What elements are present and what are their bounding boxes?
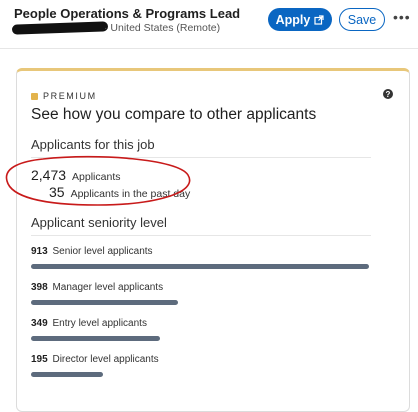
- seniority-label: Manager level applicants: [52, 282, 164, 293]
- premium-insights-card: PREMIUM ? See how you compare to other a…: [5, 68, 410, 412]
- header-divider: [0, 48, 418, 49]
- premium-label: PREMIUM: [43, 91, 97, 101]
- seniority-label: Senior level applicants: [52, 246, 153, 257]
- job-location: · United States (Remote): [104, 22, 221, 34]
- seniority-bar-senior: [31, 264, 369, 269]
- more-options-icon[interactable]: •••: [393, 9, 411, 25]
- seniority-label: Director level applicants: [52, 354, 159, 365]
- card-heading: See how you compare to other applicants: [31, 106, 317, 123]
- seniority-count: 398: [31, 282, 48, 293]
- seniority-row-manager: 398 Manager level applicants: [31, 282, 163, 293]
- seniority-section-title: Applicant seniority level: [31, 215, 167, 230]
- seniority-bar-entry: [31, 336, 160, 341]
- seniority-row-director: 195 Director level applicants: [31, 354, 159, 365]
- redacted-company: [11, 21, 109, 35]
- external-link-icon: [314, 14, 324, 25]
- applicants-section-title: Applicants for this job: [31, 137, 155, 152]
- job-header: People Operations & Programs Lead · Unit…: [0, 0, 418, 50]
- section-divider: [31, 235, 371, 236]
- apply-button[interactable]: Apply: [268, 8, 332, 31]
- premium-icon: [31, 92, 38, 100]
- seniority-row-senior: 913 Senior level applicants: [31, 246, 153, 257]
- apply-button-label: Apply: [275, 12, 311, 27]
- seniority-bar-director: [31, 372, 103, 377]
- seniority-label: Entry level applicants: [52, 318, 147, 329]
- job-title: People Operations & Programs Lead: [14, 6, 241, 21]
- seniority-count: 349: [31, 318, 48, 329]
- red-annotation-circle: [5, 155, 191, 206]
- save-button[interactable]: Save: [339, 8, 385, 31]
- seniority-row-entry: 349 Entry level applicants: [31, 318, 147, 329]
- seniority-bar-manager: [31, 300, 178, 305]
- premium-badge: PREMIUM: [31, 91, 97, 101]
- seniority-count: 913: [31, 246, 48, 257]
- seniority-count: 195: [31, 354, 48, 365]
- help-icon[interactable]: ?: [383, 89, 393, 99]
